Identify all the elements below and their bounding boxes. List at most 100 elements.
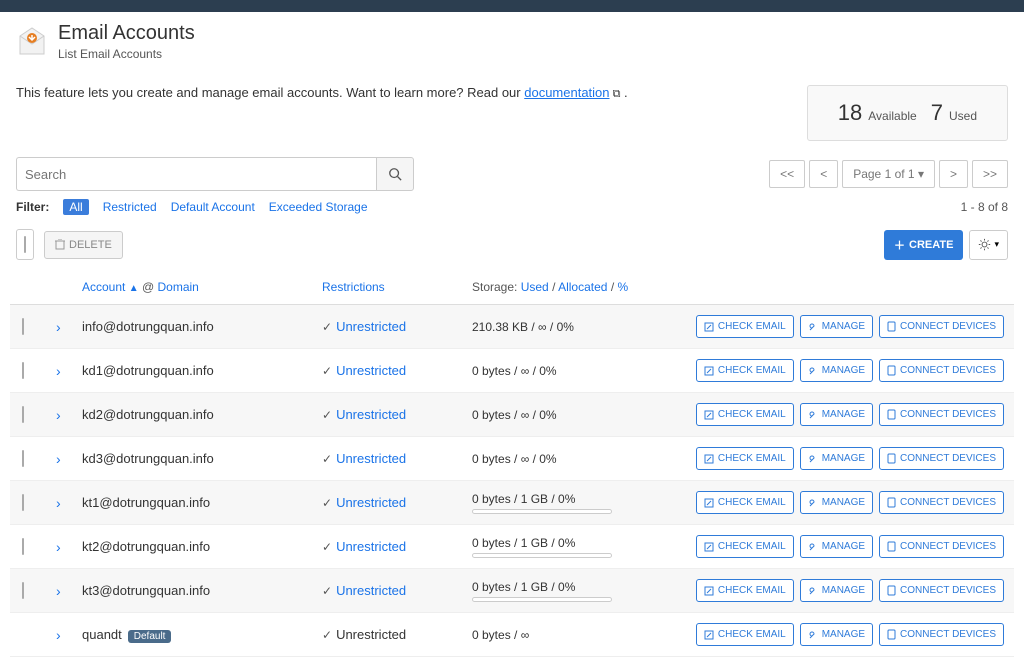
check-icon: ✓ bbox=[322, 584, 332, 598]
restriction-value[interactable]: ✓Unrestricted bbox=[322, 583, 472, 598]
row-checkbox[interactable] bbox=[22, 406, 24, 423]
manage-button[interactable]: MANAGE bbox=[800, 447, 873, 470]
page-header: Email Accounts List Email Accounts bbox=[10, 12, 1014, 67]
pager-next[interactable]: > bbox=[939, 160, 968, 188]
create-button[interactable]: ＋CREATE bbox=[884, 230, 963, 260]
select-all-checkbox[interactable] bbox=[24, 236, 26, 253]
restriction-value[interactable]: ✓Unrestricted bbox=[322, 495, 472, 510]
expand-row-icon[interactable]: › bbox=[56, 407, 61, 423]
delete-button[interactable]: DELETE bbox=[44, 231, 123, 259]
pager-page[interactable]: Page 1 of 1 ▾ bbox=[842, 160, 935, 188]
filter-row: Filter: All Restricted Default Account E… bbox=[10, 195, 1014, 225]
manage-button[interactable]: MANAGE bbox=[800, 491, 873, 514]
chevron-down-icon: ▾ bbox=[994, 239, 999, 250]
col-at: @ bbox=[142, 280, 154, 294]
connect-devices-button[interactable]: CONNECT DEVICES bbox=[879, 315, 1004, 338]
row-checkbox[interactable] bbox=[22, 538, 24, 555]
pager-prev[interactable]: < bbox=[809, 160, 838, 188]
row-checkbox[interactable] bbox=[22, 494, 24, 511]
connect-devices-button[interactable]: CONNECT DEVICES bbox=[879, 447, 1004, 470]
filter-default[interactable]: Default Account bbox=[171, 200, 255, 214]
col-used[interactable]: Used bbox=[521, 280, 549, 294]
check-icon: ✓ bbox=[322, 628, 332, 642]
check-icon: ✓ bbox=[322, 540, 332, 554]
restriction-value[interactable]: ✓Unrestricted bbox=[322, 451, 472, 466]
connect-devices-button[interactable]: CONNECT DEVICES bbox=[879, 535, 1004, 558]
action-row: DELETE ＋CREATE ▾ bbox=[10, 225, 1014, 270]
restriction-value[interactable]: ✓Unrestricted bbox=[322, 407, 472, 422]
restriction-value[interactable]: ✓Unrestricted bbox=[322, 319, 472, 334]
page-subtitle: List Email Accounts bbox=[58, 47, 195, 61]
device-icon bbox=[887, 497, 896, 508]
col-storage-label: Storage: bbox=[472, 280, 517, 294]
expand-row-icon[interactable]: › bbox=[56, 363, 61, 379]
search-icon bbox=[388, 167, 402, 181]
result-range: 1 - 8 of 8 bbox=[961, 200, 1008, 214]
manage-button[interactable]: MANAGE bbox=[800, 623, 873, 646]
check-email-button[interactable]: CHECK EMAIL bbox=[696, 491, 794, 514]
manage-button[interactable]: MANAGE bbox=[800, 579, 873, 602]
intro-text: This feature lets you create and manage … bbox=[16, 85, 628, 101]
col-domain[interactable]: Domain bbox=[157, 280, 198, 294]
check-email-button[interactable]: CHECK EMAIL bbox=[696, 359, 794, 382]
filter-all[interactable]: All bbox=[63, 199, 88, 215]
col-restrictions[interactable]: Restrictions bbox=[322, 280, 385, 294]
expand-row-icon[interactable]: › bbox=[56, 539, 61, 555]
manage-button[interactable]: MANAGE bbox=[800, 315, 873, 338]
check-email-button[interactable]: CHECK EMAIL bbox=[696, 315, 794, 338]
pager-first[interactable]: << bbox=[769, 160, 805, 188]
expand-row-icon[interactable]: › bbox=[56, 319, 61, 335]
device-icon bbox=[887, 453, 896, 464]
table-row: ›kt2@dotrungquan.info✓Unrestricted0 byte… bbox=[10, 525, 1014, 569]
expand-row-icon[interactable]: › bbox=[56, 583, 61, 599]
storage-value: 0 bytes / ∞ / 0% bbox=[472, 452, 728, 466]
wrench-icon bbox=[808, 366, 818, 376]
stats-box: 18 Available 7 Used bbox=[807, 85, 1008, 141]
available-label: Available bbox=[868, 109, 916, 123]
storage-value: 210.38 KB / ∞ / 0% bbox=[472, 320, 728, 334]
filter-label: Filter: bbox=[16, 200, 49, 214]
col-allocated[interactable]: Allocated bbox=[558, 280, 607, 294]
manage-button[interactable]: MANAGE bbox=[800, 359, 873, 382]
pager-last[interactable]: >> bbox=[972, 160, 1008, 188]
expand-row-icon[interactable]: › bbox=[56, 451, 61, 467]
device-icon bbox=[887, 541, 896, 552]
stat-used: 7 Used bbox=[931, 100, 977, 126]
connect-devices-button[interactable]: CONNECT DEVICES bbox=[879, 579, 1004, 602]
check-email-button[interactable]: CHECK EMAIL bbox=[696, 579, 794, 602]
connect-devices-button[interactable]: CONNECT DEVICES bbox=[879, 491, 1004, 514]
expand-row-icon[interactable]: › bbox=[56, 495, 61, 511]
row-checkbox[interactable] bbox=[22, 318, 24, 335]
col-percent[interactable]: % bbox=[617, 280, 628, 294]
search-input[interactable] bbox=[16, 157, 376, 191]
settings-button[interactable]: ▾ bbox=[969, 230, 1008, 260]
row-checkbox[interactable] bbox=[22, 582, 24, 599]
connect-devices-button[interactable]: CONNECT DEVICES bbox=[879, 403, 1004, 426]
col-account[interactable]: Account ▲ bbox=[82, 280, 139, 294]
restriction-value[interactable]: ✓Unrestricted bbox=[322, 539, 472, 554]
search-button[interactable] bbox=[376, 157, 414, 191]
check-email-button[interactable]: CHECK EMAIL bbox=[696, 403, 794, 426]
top-bar bbox=[0, 0, 1024, 12]
storage-value: 0 bytes / ∞ / 0% bbox=[472, 408, 728, 422]
documentation-link[interactable]: documentation bbox=[524, 85, 609, 100]
filter-exceeded[interactable]: Exceeded Storage bbox=[269, 200, 368, 214]
row-checkbox[interactable] bbox=[22, 450, 24, 467]
check-email-button[interactable]: CHECK EMAIL bbox=[696, 623, 794, 646]
email-accounts-icon bbox=[16, 26, 48, 58]
manage-button[interactable]: MANAGE bbox=[800, 535, 873, 558]
connect-devices-button[interactable]: CONNECT DEVICES bbox=[879, 623, 1004, 646]
manage-button[interactable]: MANAGE bbox=[800, 403, 873, 426]
check-email-button[interactable]: CHECK EMAIL bbox=[696, 447, 794, 470]
wrench-icon bbox=[808, 410, 818, 420]
restriction-value[interactable]: ✓Unrestricted bbox=[322, 363, 472, 378]
account-email: info@dotrungquan.info bbox=[82, 319, 214, 334]
table-row: › info@dotrungquan.info ✓Unrestricted210.3… bbox=[10, 305, 1014, 349]
check-icon: ✓ bbox=[322, 408, 332, 422]
row-checkbox[interactable] bbox=[22, 362, 24, 379]
check-email-button[interactable]: CHECK EMAIL bbox=[696, 535, 794, 558]
expand-row-icon[interactable]: › bbox=[56, 627, 61, 643]
filter-restricted[interactable]: Restricted bbox=[103, 200, 157, 214]
wrench-icon bbox=[808, 322, 818, 332]
connect-devices-button[interactable]: CONNECT DEVICES bbox=[879, 359, 1004, 382]
